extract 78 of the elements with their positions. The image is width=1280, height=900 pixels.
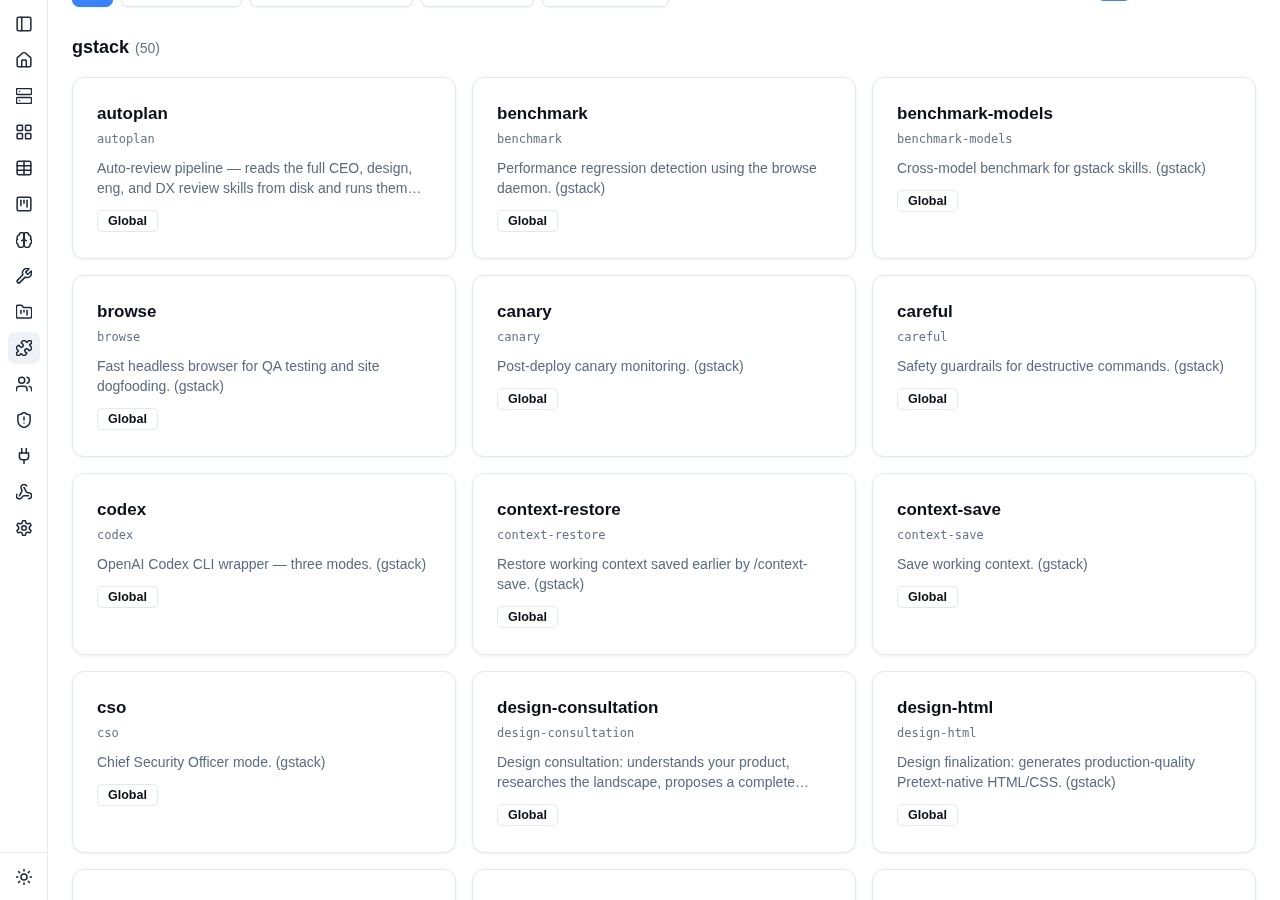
scope-badge: Global (497, 606, 558, 628)
skill-description: Design consultation: understands your product, researches the landscape, proposes a complete… (497, 753, 811, 792)
skill-id: benchmark (497, 131, 563, 148)
scope-badge: Global (97, 586, 158, 608)
settings-icon (15, 520, 32, 536)
skill-card[interactable]: careful careful Safety guardrails for destructive commands. (gstack) Global (872, 275, 1256, 457)
scope-badge: Global (97, 408, 158, 430)
skill-description: Save working context. (gstack) (897, 555, 1088, 574)
skill-description: Restore working context saved earlier by /context-save. (gstack) (497, 555, 809, 594)
scope-badge: Global (497, 388, 558, 410)
skill-title: browse (97, 301, 157, 323)
skill-id: cso (97, 725, 119, 742)
skill-description: Safety guardrails for destructive commands. (gstack) (897, 357, 1224, 376)
skill-title: autoplan (97, 103, 168, 125)
scope-badge: Global (97, 210, 158, 232)
skill-id: benchmark-models (897, 131, 1013, 148)
skill-card[interactable]: context-save context-save Save working context. (gstack) Global (872, 473, 1256, 655)
webhook-icon (15, 484, 32, 500)
skill-card[interactable]: design-html design-html Design finalization: generates production-quality Pretext-native HTML/CSS. (gstack) Global (872, 671, 1256, 853)
kanban-icon (15, 196, 32, 212)
panel-icon (15, 16, 32, 32)
table-icon (15, 160, 32, 176)
skill-card[interactable]: design-consultation design-consultation Design consultation: understands your product, researches the landscape, proposes a complete… Global (472, 671, 856, 853)
puzzle-icon (15, 340, 32, 356)
shield-icon (15, 412, 32, 428)
scope-badge: Global (897, 586, 958, 608)
skill-title: context-restore (497, 499, 621, 521)
folder-icon (15, 304, 32, 320)
server-icon (15, 88, 32, 104)
skill-description: Performance regression detection using the browse daemon. (gstack) (497, 159, 818, 198)
scope-badge: Global (497, 804, 558, 826)
skill-title: canary (497, 301, 552, 323)
skill-card[interactable]: browse browse Fast headless browser for QA testing and site dogfooding. (gstack) Global (72, 275, 456, 457)
skill-description: Design finalization: generates production-quality Pretext-native HTML/CSS. (gstack) (897, 753, 1197, 792)
skill-id: design-html (897, 725, 977, 742)
home-icon (15, 52, 32, 68)
skill-title: context-save (897, 499, 1001, 521)
skill-card[interactable]: canary canary Post-deploy canary monitoring. (gstack) Global (472, 275, 856, 457)
skill-card[interactable]: cso cso Chief Security Officer mode. (gstack) Global (72, 671, 456, 853)
grid-icon (15, 124, 32, 140)
skill-id: browse (97, 329, 141, 346)
skill-card[interactable]: benchmark benchmark Performance regression detection using the browse daemon. (gstack) Global (472, 77, 856, 259)
skill-title: design-consultation (497, 697, 659, 719)
scope-badge: Global (897, 190, 958, 212)
skill-id: careful (897, 329, 948, 346)
section-title: gstack (72, 36, 130, 58)
skill-title: benchmark (497, 103, 588, 125)
wrench-icon (15, 268, 32, 284)
skill-title: design-html (897, 697, 994, 719)
skill-description: Auto-review pipeline — reads the full CEO, design, eng, and DX review skills from disk and runs them… (97, 159, 423, 198)
skill-description: Cross-model benchmark for gstack skills. (gstack) (897, 159, 1206, 178)
scope-badge: Global (897, 804, 958, 826)
skill-card[interactable]: benchmark-models benchmark-models Cross-model benchmark for gstack skills. (gstack) Global (872, 77, 1256, 259)
skill-id: canary (497, 329, 541, 346)
skill-card[interactable]: context-restore context-restore Restore working context saved earlier by /context-save. (gstack) Global (472, 473, 856, 655)
section-count: (50) (135, 39, 160, 58)
users-icon (15, 376, 32, 392)
brain-icon (15, 232, 32, 248)
skill-description: OpenAI Codex CLI wrapper — three modes. (gstack) (97, 555, 427, 574)
skill-title: benchmark-models (897, 103, 1053, 125)
skill-description: Fast headless browser for QA testing and site dogfooding. (gstack) (97, 357, 381, 396)
skill-title: codex (97, 499, 147, 521)
skill-id: autoplan (97, 131, 155, 148)
skill-title: careful (897, 301, 953, 323)
nav-button[interactable] (7, 332, 40, 364)
skill-id: codex (97, 527, 134, 544)
scope-badge: Global (97, 784, 158, 806)
skill-title: cso (97, 697, 127, 719)
sun-icon (15, 868, 32, 885)
skill-description: Chief Security Officer mode. (gstack) (97, 753, 326, 772)
skill-id: context-save (897, 527, 984, 544)
skill-card[interactable]: autoplan autoplan Auto-review pipeline — reads the full CEO, design, eng, and DX review skills from disk and runs them… Global (72, 77, 456, 259)
skill-id: context-restore (497, 527, 606, 544)
skill-description: Post-deploy canary monitoring. (gstack) (497, 357, 744, 376)
scope-badge: Global (497, 210, 558, 232)
skill-card[interactable]: codex codex OpenAI Codex CLI wrapper — three modes. (gstack) Global (72, 473, 456, 655)
scope-badge: Global (897, 388, 958, 410)
skill-id: design-consultation (497, 725, 635, 742)
